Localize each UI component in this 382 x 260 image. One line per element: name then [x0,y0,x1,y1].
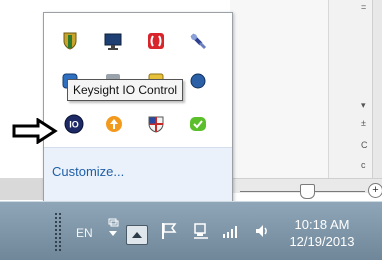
taskbar: EN 10:18 AM 12/19/2013 [0,201,382,260]
language-indicator[interactable]: EN [76,226,93,240]
pointer-arrow-icon [12,117,58,149]
green-app-icon[interactable] [189,115,207,133]
bg-glyph-3: ± [361,118,366,128]
customize-link[interactable]: Customize... [52,164,124,179]
clock-date: 12/19/2013 [289,234,355,249]
bg-glyph-5: c [361,160,366,170]
satellite-icon[interactable] [189,32,207,50]
bg-glyph-1: = [361,2,367,12]
flag-icon[interactable] [160,222,178,240]
svg-text:IO: IO [69,120,79,130]
blue-round-icon[interactable] [189,72,207,90]
signal-strength-icon[interactable] [222,222,240,240]
keysight-io-control-tooltip: Keysight IO Control [67,79,184,101]
background-panel: = ▾ ± C c [328,0,373,178]
clock-time: 10:18 AM [294,217,350,232]
shield-flag-icon[interactable] [147,115,165,133]
bg-glyph-2: ▾ [361,100,366,110]
volume-icon[interactable] [254,222,272,240]
network-icon[interactable] [192,222,210,240]
red-app-icon[interactable] [147,32,165,50]
background-scrollbar[interactable] [372,0,382,178]
shield-warning-icon[interactable] [61,32,79,50]
keysight-io-control-icon[interactable]: IO [64,114,84,134]
monitor-icon[interactable] [104,32,122,50]
zoom-slider-thumb[interactable] [300,184,315,199]
input-settings-icon[interactable] [104,218,122,237]
bg-glyph-4: C [361,140,368,150]
taskbar-clock[interactable]: 10:18 AM 12/19/2013 [283,216,361,250]
show-hidden-icons-button[interactable] [126,225,148,245]
zoom-in-button[interactable]: + [368,183,382,198]
orange-update-icon[interactable] [105,115,123,133]
background-strip [0,178,43,200]
taskbar-grip[interactable] [54,212,62,252]
